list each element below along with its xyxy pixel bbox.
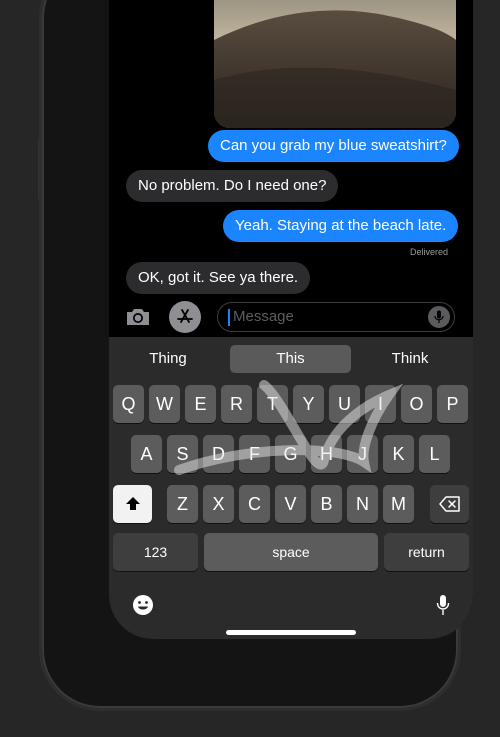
- key-s[interactable]: S: [167, 435, 198, 473]
- audio-message-button[interactable]: [428, 306, 450, 328]
- message-bubble-sent[interactable]: Can you grab my blue sweatshirt?: [208, 130, 459, 162]
- key-a[interactable]: A: [131, 435, 162, 473]
- key-p[interactable]: P: [437, 385, 468, 423]
- shift-key[interactable]: [113, 485, 152, 523]
- key-q[interactable]: Q: [113, 385, 144, 423]
- phone-screen: Can you grab my blue sweatshirt? No prob…: [109, 0, 473, 639]
- key-d[interactable]: D: [203, 435, 234, 473]
- numbers-key[interactable]: 123: [113, 533, 198, 571]
- key-k[interactable]: K: [383, 435, 414, 473]
- suggestion-this[interactable]: This: [230, 345, 351, 373]
- key-l[interactable]: L: [419, 435, 450, 473]
- key-b[interactable]: B: [311, 485, 342, 523]
- key-h[interactable]: H: [311, 435, 342, 473]
- key-f[interactable]: F: [239, 435, 270, 473]
- key-z[interactable]: Z: [167, 485, 198, 523]
- shift-icon: [125, 497, 140, 510]
- dictation-button[interactable]: [427, 589, 459, 621]
- dictation-icon: [436, 595, 450, 615]
- key-t[interactable]: T: [257, 385, 288, 423]
- key-c[interactable]: C: [239, 485, 270, 523]
- app-store-button[interactable]: [169, 301, 201, 333]
- message-bubble-sent[interactable]: Yeah. Staying at the beach late.: [223, 210, 459, 242]
- home-indicator[interactable]: [226, 630, 356, 635]
- phone-frame: Can you grab my blue sweatshirt? No prob…: [42, 0, 473, 708]
- return-key[interactable]: return: [384, 533, 469, 571]
- camera-icon: [127, 309, 149, 325]
- key-m[interactable]: M: [383, 485, 414, 523]
- message-bubble-received[interactable]: No problem. Do I need one?: [126, 170, 339, 202]
- key-g[interactable]: G: [275, 435, 306, 473]
- delivered-status: Delivered: [410, 247, 449, 257]
- message-placeholder: Message: [233, 308, 294, 325]
- key-e[interactable]: E: [185, 385, 216, 423]
- keyboard: Thing This Think Q W E R T Y U I O P A S…: [109, 337, 473, 639]
- suggestion-think[interactable]: Think: [351, 345, 469, 373]
- key-v[interactable]: V: [275, 485, 306, 523]
- message-bubble-received[interactable]: OK, got it. See ya there.: [126, 262, 311, 294]
- emoji-icon: [133, 595, 153, 615]
- key-j[interactable]: J: [347, 435, 378, 473]
- space-key[interactable]: space: [204, 533, 378, 571]
- key-o[interactable]: O: [401, 385, 432, 423]
- text-caret: [228, 309, 230, 326]
- key-i[interactable]: I: [365, 385, 396, 423]
- suggestion-thing[interactable]: Thing: [109, 345, 227, 373]
- key-r[interactable]: R: [221, 385, 252, 423]
- microphone-icon: [434, 310, 444, 323]
- key-w[interactable]: W: [149, 385, 180, 423]
- backspace-icon: [438, 496, 460, 512]
- emoji-button[interactable]: [127, 589, 159, 621]
- photo-image: [214, 0, 456, 128]
- key-y[interactable]: Y: [293, 385, 324, 423]
- photo-attachment[interactable]: [214, 0, 456, 128]
- message-input[interactable]: Message: [217, 302, 455, 332]
- key-u[interactable]: U: [329, 385, 360, 423]
- key-n[interactable]: N: [347, 485, 378, 523]
- key-x[interactable]: X: [203, 485, 234, 523]
- camera-button[interactable]: [122, 301, 154, 333]
- backspace-key[interactable]: [430, 485, 469, 523]
- app-store-icon: [177, 309, 193, 323]
